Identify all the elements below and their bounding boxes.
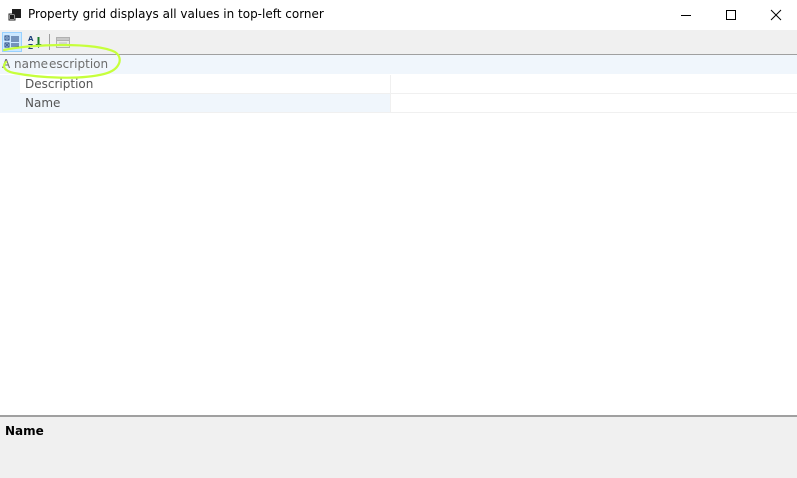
svg-text:Z: Z [28,43,33,50]
property-grid-toolbar: A Z [0,30,797,54]
overlapping-value-text: escription [49,57,109,71]
property-name-cell[interactable]: Name [0,94,390,113]
property-row-name[interactable]: Name [0,94,797,113]
categorized-button[interactable] [2,32,22,52]
property-name-cell[interactable]: Description [0,75,390,94]
property-grid[interactable]: A name escription Description Name [0,55,797,415]
title-bar[interactable]: Property grid displays all values in top… [0,0,797,30]
svg-text:A: A [28,35,34,43]
property-name: Description [25,77,94,91]
category-label: A name [2,57,49,71]
description-pane: Name [0,417,797,478]
maximize-icon [726,10,736,20]
window-title: Property grid displays all values in top… [28,7,324,21]
property-pages-button[interactable] [53,32,73,52]
property-value-cell[interactable] [391,94,797,113]
minimize-button[interactable] [663,0,709,30]
sort-alphabetical-icon: A Z [28,35,42,50]
categorized-icon [4,35,19,48]
alphabetical-button[interactable]: A Z [25,32,45,52]
minimize-icon [681,15,691,16]
property-gutter [0,94,20,113]
category-row[interactable]: A name escription [0,55,797,74]
app-icon [8,9,21,21]
close-button[interactable] [753,0,797,30]
property-value-cell[interactable] [391,75,797,94]
toolbar-separator [49,34,50,50]
window: Property grid displays all values in top… [0,0,797,478]
close-icon [770,9,782,21]
property-row-description[interactable]: Description [0,75,797,94]
property-gutter [0,75,20,94]
description-title: Name [5,424,44,438]
maximize-button[interactable] [708,0,754,30]
property-name: Name [25,96,61,110]
property-pages-icon [56,37,70,48]
